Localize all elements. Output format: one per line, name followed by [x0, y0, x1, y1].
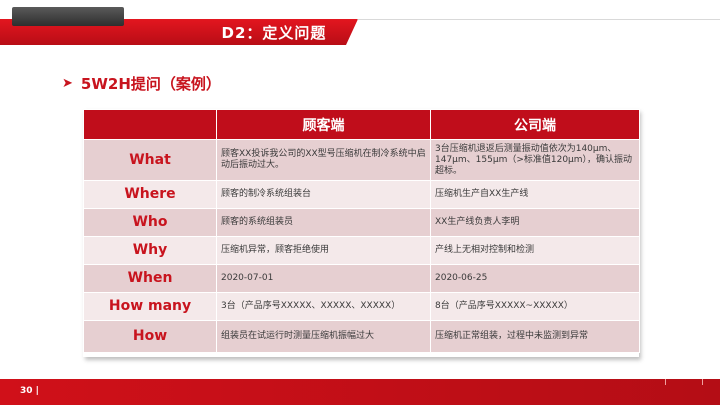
company-cell: 2020-06-25 [430, 264, 640, 293]
table-row: How many 3台（产品序号XXXXX、XXXXX、XXXXX） 8台（产品… [83, 292, 640, 321]
customer-cell: 3台（产品序号XXXXX、XXXXX、XXXXX） [216, 292, 431, 321]
company-cell: 压缩机生产自XX生产线 [430, 180, 640, 209]
table-row: What 顾客XX投诉我公司的XX型号压缩机在制冷系统中启动后振动过大。 3台压… [83, 139, 640, 181]
row-label-how: How [83, 320, 217, 353]
footer-band: 30 | [0, 379, 720, 405]
company-cell: XX生产线负责人李明 [430, 208, 640, 237]
footer-divider [665, 379, 666, 385]
company-cell: 压缩机正常组装，过程中未监测到异常 [430, 320, 640, 353]
company-cell: 3台压缩机退返后测量振动值依次为140μm、147μm、155μm（>标准值12… [430, 139, 640, 181]
customer-cell: 压缩机异常，顾客拒绝使用 [216, 236, 431, 265]
header-cell-blank [83, 109, 217, 140]
customer-cell: 顾客的制冷系统组装台 [216, 180, 431, 209]
page-number: 30 | [20, 386, 39, 396]
customer-cell: 顾客的系统组装员 [216, 208, 431, 237]
table-row: Where 顾客的制冷系统组装台 压缩机生产自XX生产线 [83, 180, 640, 209]
customer-cell: 顾客XX投诉我公司的XX型号压缩机在制冷系统中启动后振动过大。 [216, 139, 431, 181]
row-label-when: When [83, 264, 217, 293]
table-row: Who 顾客的系统组装员 XX生产线负责人李明 [83, 208, 640, 237]
5w2h-table: 顾客端 公司端 What 顾客XX投诉我公司的XX型号压缩机在制冷系统中启动后振… [83, 109, 640, 357]
company-cell: 8台（产品序号XXXXX~XXXXX） [430, 292, 640, 321]
section-subtitle: ➤ 5W2H提问（案例） [62, 73, 221, 94]
row-label-how-many: How many [83, 292, 217, 321]
header-cell-customer: 顾客端 [216, 109, 431, 140]
table-row: Why 压缩机异常，顾客拒绝使用 产线上无相对控制和检测 [83, 236, 640, 265]
page-title: D2：定义问题 [221, 24, 327, 42]
customer-cell: 2020-07-01 [216, 264, 431, 293]
chevron-right-icon: ➤ [62, 76, 73, 91]
row-label-who: Who [83, 208, 217, 237]
subtitle-text: 5W2H提问（案例） [80, 75, 221, 93]
header-cell-company: 公司端 [430, 109, 640, 140]
row-label-why: Why [83, 236, 217, 265]
table-row: How 组装员在试运行时测量压缩机振幅过大 压缩机正常组装，过程中未监测到异常 [83, 320, 640, 353]
customer-cell: 组装员在试运行时测量压缩机振幅过大 [216, 320, 431, 353]
footer-divider [702, 379, 703, 385]
table-header-row: 顾客端 公司端 [83, 109, 640, 140]
table-row: When 2020-07-01 2020-06-25 [83, 264, 640, 293]
row-label-what: What [83, 139, 217, 181]
company-cell: 产线上无相对控制和检测 [430, 236, 640, 265]
row-label-where: Where [83, 180, 217, 209]
